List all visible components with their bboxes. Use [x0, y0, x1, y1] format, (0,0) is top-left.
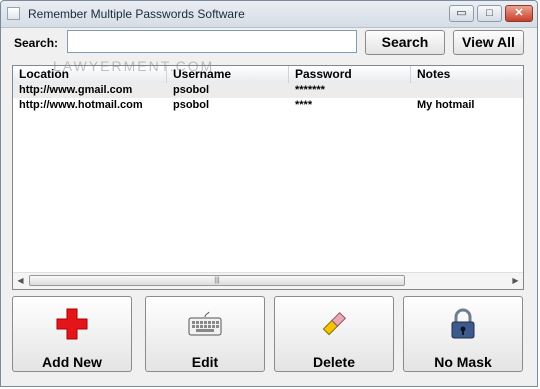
app-icon: [7, 7, 20, 20]
scrollbar-thumb[interactable]: |||: [29, 275, 405, 286]
padlock-icon: [404, 307, 522, 341]
keyboard-icon: [146, 307, 264, 341]
search-button[interactable]: Search: [365, 30, 445, 55]
cell-notes: [411, 83, 523, 98]
cell-location: http://www.gmail.com: [19, 84, 133, 96]
cell-location: http://www.hotmail.com: [19, 99, 143, 111]
watermark: LAWYERMENT.COM: [53, 58, 215, 74]
edit-button[interactable]: Edit: [145, 296, 265, 372]
cell-password: ****: [295, 99, 313, 111]
password-list[interactable]: Location Username Password Notes http://…: [12, 65, 524, 290]
add-new-label: Add New: [42, 354, 102, 370]
view-all-button[interactable]: View All: [453, 30, 524, 55]
app-window: Remember Multiple Passwords Software ▭ □…: [0, 0, 538, 387]
maximize-button[interactable]: □: [477, 5, 502, 22]
scroll-right-icon[interactable]: ▶: [508, 273, 523, 289]
cell-notes: My hotmail: [417, 99, 475, 111]
cell-username: psobol: [173, 99, 210, 111]
search-input[interactable]: [67, 30, 357, 53]
no-mask-button[interactable]: No Mask: [403, 296, 523, 372]
column-header-notes[interactable]: Notes: [411, 66, 523, 83]
eraser-icon: [275, 307, 393, 341]
cell-password: *******: [295, 84, 325, 96]
no-mask-label: No Mask: [434, 354, 492, 370]
search-label: Search:: [14, 36, 59, 50]
red-plus-icon: [13, 307, 131, 341]
delete-label: Delete: [312, 354, 356, 370]
edit-label: Edit: [191, 354, 219, 370]
horizontal-scrollbar[interactable]: ◀ ||| ▶: [13, 272, 523, 289]
table-row[interactable]: http://www.hotmail.com psobol **** My ho…: [13, 98, 523, 113]
delete-button[interactable]: Delete: [274, 296, 394, 372]
window-title: Remember Multiple Passwords Software: [28, 7, 245, 21]
table-row[interactable]: http://www.gmail.com psobol *******: [13, 83, 523, 98]
add-new-button[interactable]: Add New: [12, 296, 132, 372]
title-bar[interactable]: Remember Multiple Passwords Software ▭ □…: [1, 1, 537, 28]
column-header-password[interactable]: Password: [289, 66, 411, 83]
close-button[interactable]: ✕: [505, 5, 533, 22]
minimize-button[interactable]: ▭: [449, 5, 474, 22]
cell-username: psobol: [173, 84, 210, 96]
scroll-left-icon[interactable]: ◀: [13, 273, 28, 289]
